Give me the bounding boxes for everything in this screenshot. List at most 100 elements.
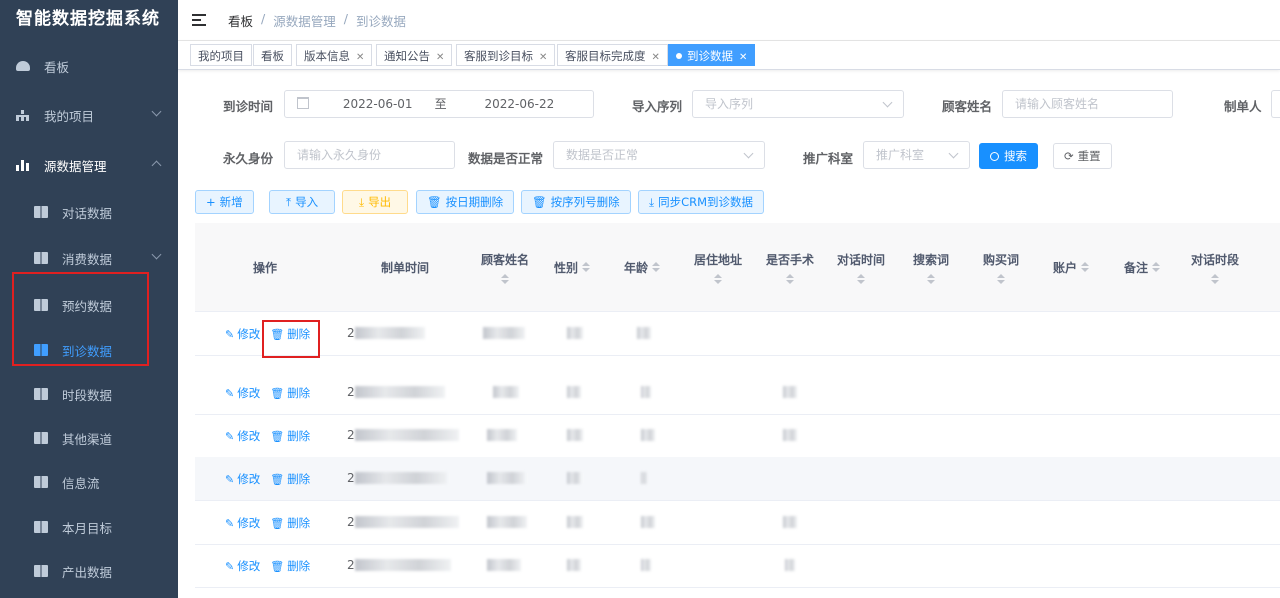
redacted-cell	[641, 472, 647, 484]
tab-notices[interactable]: 通知公告 ✕	[376, 44, 453, 66]
reset-button[interactable]: ⟳ 重置	[1053, 143, 1112, 169]
column-header-dialog-time[interactable]: 对话时间	[831, 223, 891, 311]
sort-icon[interactable]	[714, 273, 722, 284]
close-icon[interactable]: ✕	[356, 52, 364, 63]
column-header-purchase-term[interactable]: 购买词	[971, 223, 1031, 311]
sort-icon[interactable]	[652, 262, 660, 272]
sidebar-item-other-channels[interactable]: 其他渠道	[0, 423, 178, 453]
sidebar-item-dashboard[interactable]: 看板	[0, 51, 178, 81]
delete-button[interactable]: 🗑 删除	[270, 471, 310, 487]
sidebar-item-my-projects[interactable]: 我的项目	[0, 100, 178, 130]
book-icon	[34, 388, 48, 400]
visit-time-range[interactable]: 2022-06-01 至 2022-06-22	[284, 90, 594, 118]
tab-my-projects[interactable]: 我的项目	[190, 44, 252, 66]
column-header-search-term[interactable]: 搜索词	[901, 223, 961, 311]
column-header-address[interactable]: 居住地址	[688, 223, 748, 311]
sort-icon[interactable]	[997, 273, 1005, 284]
data-normal-select[interactable]: 数据是否正常	[553, 141, 765, 169]
create-time-prefix: 2	[347, 428, 355, 442]
creator-input[interactable]	[1271, 90, 1280, 118]
edit-button[interactable]: ✎ 修改	[225, 471, 260, 487]
date-end: 2022-06-22	[484, 97, 555, 111]
sort-icon[interactable]	[786, 273, 794, 284]
sort-icon[interactable]	[927, 273, 935, 284]
download-icon: ⤓	[649, 195, 655, 209]
close-icon[interactable]: ✕	[652, 52, 660, 63]
sidebar-item-consumption-data[interactable]: 消费数据	[0, 243, 178, 273]
sort-icon[interactable]	[1081, 262, 1089, 272]
import-button[interactable]: ⤒ 导入	[269, 190, 336, 214]
column-label: 制单时间	[380, 260, 429, 275]
tab-service-visit-target[interactable]: 客服到诊目标 ✕	[456, 44, 556, 66]
tab-service-target-completion[interactable]: 客服目标完成度 ✕	[557, 44, 668, 66]
chevron-down-icon	[882, 97, 893, 108]
promo-dept-select[interactable]: 推广科室	[863, 141, 970, 169]
sort-icon[interactable]	[1152, 262, 1160, 272]
edit-button[interactable]: ✎ 修改	[225, 558, 260, 574]
tab-label: 看板	[261, 49, 284, 63]
redacted-cell	[355, 386, 445, 398]
sidebar-item-info-flow[interactable]: 信息流	[0, 467, 178, 497]
column-header-gender[interactable]: 性别	[547, 223, 597, 311]
sync-crm-button[interactable]: ⤓ 同步CRM到诊数据	[638, 190, 765, 214]
chevron-down-icon	[151, 249, 162, 260]
chevron-up-icon	[151, 160, 162, 171]
close-icon[interactable]: ✕	[436, 52, 444, 63]
create-time-prefix: 2	[347, 558, 355, 572]
sidebar-item-output-data[interactable]: 产出数据	[0, 556, 178, 586]
breadcrumb-item[interactable]: 看板	[228, 11, 253, 30]
tab-version-info[interactable]: 版本信息 ✕	[296, 44, 373, 66]
permanent-id-input[interactable]: 请输入永久身份	[284, 141, 455, 169]
hamburger-icon[interactable]	[192, 14, 206, 26]
redacted-cell	[641, 516, 655, 528]
redacted-cell	[355, 559, 451, 571]
sort-icon[interactable]	[501, 273, 509, 284]
column-header-account[interactable]: 账户	[1041, 223, 1101, 311]
column-header-remark[interactable]: 备注	[1112, 223, 1172, 311]
delete-button[interactable]: 🗑 删除	[270, 385, 310, 401]
tab-dashboard[interactable]: 看板	[253, 44, 292, 66]
delete-by-date-button[interactable]: 🗑 按日期删除	[416, 190, 515, 214]
edit-button[interactable]: ✎ 修改	[225, 515, 260, 531]
redacted-cell	[567, 327, 583, 339]
delete-button[interactable]: 🗑 删除	[270, 428, 310, 444]
close-icon[interactable]: ✕	[539, 52, 547, 63]
column-header-dialog-period[interactable]: 对话时段	[1180, 223, 1250, 311]
sidebar-item-monthly-target[interactable]: 本月目标	[0, 512, 178, 542]
sidebar-item-label: 源数据管理	[44, 158, 107, 174]
data-normal-label: 数据是否正常	[468, 151, 544, 166]
import-seq-label: 导入序列	[632, 99, 683, 114]
search-button[interactable]: 搜索	[979, 143, 1038, 169]
tab-visit-data[interactable]: 到诊数据 ✕	[668, 44, 756, 66]
column-header-surgery[interactable]: 是否手术	[760, 223, 820, 311]
chevron-down-icon	[948, 148, 959, 159]
delete-button[interactable]: 🗑 删除	[270, 515, 310, 531]
redacted-cell	[487, 472, 525, 484]
export-button[interactable]: ⤓ 导出	[342, 190, 409, 214]
table-row: ✎ 修改 🗑 删除 2	[195, 414, 1280, 458]
column-header-customer-name[interactable]: 顾客姓名	[475, 223, 535, 311]
plus-icon: +	[206, 195, 216, 209]
tab-label: 通知公告	[384, 49, 430, 63]
edit-button[interactable]: ✎ 修改	[225, 428, 260, 444]
tab-label: 我的项目	[198, 49, 244, 63]
delete-button[interactable]: 🗑 删除	[270, 558, 310, 574]
customer-name-input[interactable]: 请输入顾客姓名	[1002, 90, 1173, 118]
edit-button[interactable]: ✎ 修改	[225, 385, 260, 401]
delete-by-seq-button[interactable]: 🗑 按序列号删除	[521, 190, 631, 214]
sort-icon[interactable]	[582, 262, 590, 272]
column-header-age[interactable]: 年龄	[617, 223, 667, 311]
row-actions: ✎ 修改 🗑 删除	[225, 501, 310, 544]
add-button[interactable]: + 新增	[195, 190, 254, 214]
column-label: 顾客姓名	[480, 252, 529, 267]
import-seq-select[interactable]: 导入序列	[692, 90, 904, 118]
sidebar-item-period-data[interactable]: 时段数据	[0, 379, 178, 409]
trash-icon: 🗑	[270, 429, 285, 443]
edit-button[interactable]: ✎ 修改	[225, 326, 260, 342]
close-icon[interactable]: ✕	[739, 52, 747, 63]
sort-icon[interactable]	[857, 273, 865, 284]
sidebar-item-source-data[interactable]: 源数据管理	[0, 150, 178, 180]
sidebar-item-dialog-data[interactable]: 对话数据	[0, 197, 178, 227]
sort-icon[interactable]	[1211, 273, 1219, 284]
edit-icon: ✎	[225, 516, 235, 530]
